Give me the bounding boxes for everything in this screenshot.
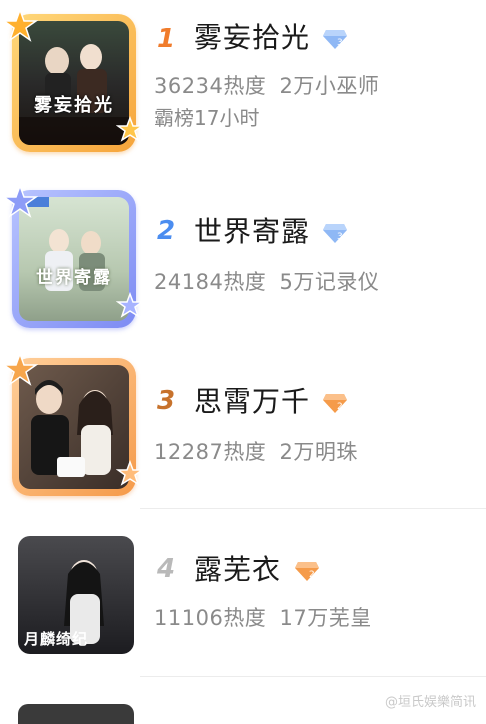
- star-deco-icon: [116, 460, 144, 486]
- contributor-count: 2万小巫师: [279, 74, 380, 98]
- poster-title-text: 雾妄拾光: [34, 95, 114, 116]
- heat-value: 11106: [154, 606, 224, 630]
- svg-text:2: 2: [309, 570, 315, 580]
- ranking-row-3[interactable]: 3 思霄万千 2 12287热度 2万明珠: [0, 344, 486, 512]
- ranking-row-4[interactable]: 月麟绮纪 4 露芜衣 2 11106热度 17万芜皇: [0, 506, 486, 674]
- contributor-count: 5万记录仪: [279, 270, 380, 294]
- heat-label: 热度: [223, 440, 267, 464]
- watermark-text: @垣氏娱樂简讯: [384, 695, 476, 710]
- on-top-duration: 霸榜17小时: [154, 106, 260, 130]
- poster-frame[interactable]: [2, 352, 144, 496]
- heat-value: 24184: [154, 270, 224, 294]
- heat-label: 热度: [223, 606, 267, 630]
- poster-image-partial: [18, 704, 134, 724]
- rank-number: 3: [156, 386, 176, 416]
- star-deco-icon: [116, 116, 144, 142]
- ranking-row-1[interactable]: 雾妄拾光 1 雾妄拾光 3 36234热度 2万小巫师 霸榜17小时: [0, 0, 486, 168]
- contributor-count: 2万明珠: [279, 440, 358, 464]
- contributor-count: 17万芜皇: [279, 606, 372, 630]
- heat-stats: 36234热度 2万小巫师: [154, 72, 379, 100]
- heat-value: 36234: [154, 74, 224, 98]
- rank-number: 4: [156, 554, 176, 584]
- row-divider: [140, 676, 486, 677]
- rank-number: 2: [156, 216, 176, 246]
- heat-stats: 11106热度 17万芜皇: [154, 604, 372, 632]
- rank-number: 1: [156, 24, 176, 54]
- star-badge-icon: [2, 184, 38, 218]
- star-badge-icon: [2, 352, 38, 386]
- topic-title[interactable]: 思霄万千: [194, 384, 310, 420]
- star-deco-icon: [116, 292, 144, 318]
- heat-label: 热度: [223, 74, 267, 98]
- svg-text:3: 3: [337, 232, 343, 242]
- heat-stats: 12287热度 2万明珠: [154, 438, 358, 466]
- svg-text:2: 2: [337, 402, 343, 412]
- poster-title-text: 世界寄露: [36, 268, 112, 288]
- topic-title[interactable]: 世界寄露: [194, 214, 310, 250]
- heat-stats: 24184热度 5万记录仪: [154, 268, 379, 296]
- poster-title-text: 月麟绮纪: [24, 630, 89, 648]
- svg-text:3: 3: [337, 38, 343, 48]
- heat-value: 12287: [154, 440, 224, 464]
- poster-image[interactable]: 月麟绮纪: [18, 536, 134, 654]
- star-badge-icon: [2, 8, 38, 42]
- topic-title[interactable]: 雾妄拾光: [194, 20, 310, 56]
- diamond-badge-icon: 2: [323, 394, 347, 413]
- poster-frame[interactable]: 雾妄拾光: [2, 8, 144, 152]
- topic-title[interactable]: 露芜衣: [194, 552, 281, 588]
- poster-frame[interactable]: 世界寄露: [2, 184, 144, 328]
- diamond-badge-icon: 3: [323, 224, 347, 243]
- diamond-badge-icon: 3: [323, 30, 347, 49]
- heat-label: 热度: [223, 270, 267, 294]
- diamond-badge-icon: 2: [295, 562, 319, 581]
- ranking-row-2[interactable]: 世界寄露 2 世界寄露 3 24184热度 5万记录仪: [0, 176, 486, 344]
